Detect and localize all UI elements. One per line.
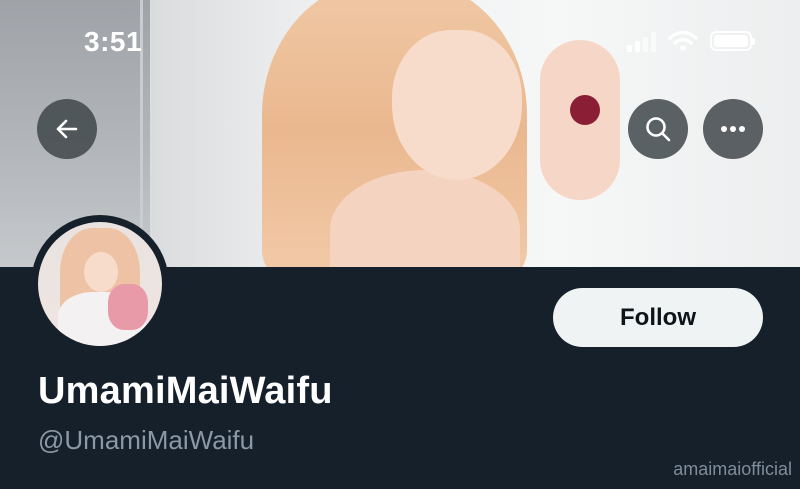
status-bar-time: 3:51 (84, 26, 143, 57)
avatar-image (38, 222, 162, 346)
avatar[interactable] (31, 215, 169, 353)
more-horizontal-icon (721, 126, 745, 132)
wifi-icon (668, 30, 698, 51)
follow-button[interactable]: Follow (553, 288, 763, 347)
battery-icon (710, 31, 755, 51)
status-bar-icons (627, 30, 755, 52)
back-button[interactable] (37, 99, 97, 159)
profile-display-name: UmamiMaiWaifu (38, 370, 333, 412)
banner-cherry (570, 95, 600, 125)
more-options-button[interactable] (703, 99, 763, 159)
arrow-left-icon (56, 119, 78, 139)
search-button[interactable] (628, 99, 688, 159)
profile-handle: @UmamiMaiWaifu (38, 425, 255, 455)
watermark-text: amaimaiofficial (673, 459, 792, 479)
signal-icon (627, 30, 656, 52)
banner-face (392, 30, 522, 180)
search-icon (646, 117, 671, 142)
